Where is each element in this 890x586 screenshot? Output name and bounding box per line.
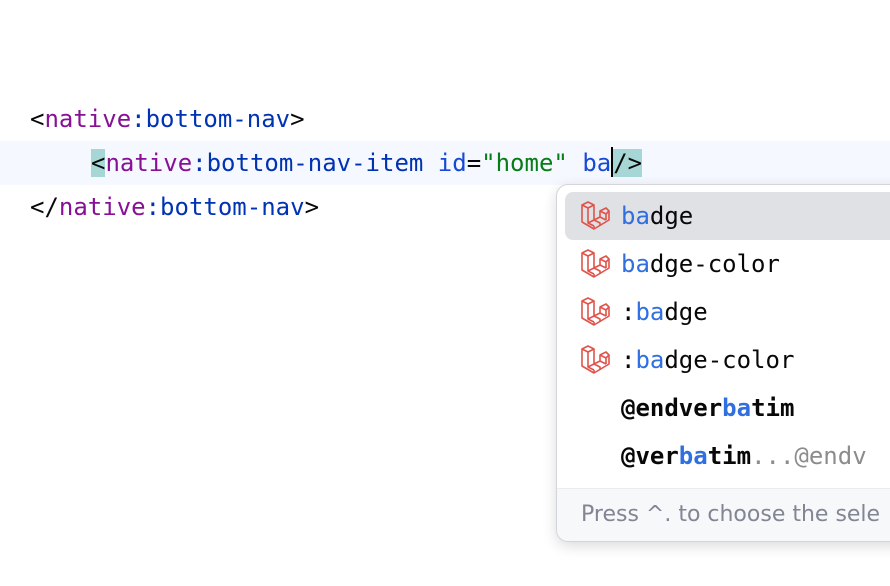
tag-name: :bottom-nav <box>131 105 291 133</box>
completion-footer: Press ^. to choose the sele <box>557 489 890 541</box>
attribute-name: id <box>437 149 467 177</box>
completion-label: @verbatim...@endv <box>621 442 867 470</box>
tag-open-bracket-highlight: < <box>91 149 106 177</box>
code-line-1[interactable]: <native:bottom-nav> <box>0 97 890 141</box>
tag-close-bracket: > <box>290 105 305 133</box>
laravel-icon <box>581 297 610 326</box>
laravel-icon <box>581 345 610 374</box>
completion-hint: Press ^. to choose the sele <box>581 502 881 527</box>
typed-text: ba <box>582 149 612 177</box>
attribute-value: "home" <box>481 149 568 177</box>
completion-item[interactable]: :badge-color <box>557 336 890 384</box>
completion-popup[interactable]: badge badge-color :badge:badge-color @e… <box>556 184 890 542</box>
tag-close-bracket: > <box>304 193 320 221</box>
laravel-icon <box>581 249 610 278</box>
tag-namespace: native <box>58 193 146 221</box>
completion-item[interactable]: badge-color <box>557 240 890 288</box>
completion-item[interactable]: :badge <box>557 288 890 336</box>
completion-list[interactable]: badge badge-color :badge:badge-color @e… <box>557 192 890 480</box>
completion-tail-text: ...@endv <box>751 442 867 470</box>
tag-open-bracket: < <box>30 105 45 133</box>
completion-item-selected[interactable]: badge <box>565 192 890 240</box>
tag-namespace: native <box>44 105 132 133</box>
tag-name: :bottom-nav-item <box>192 149 424 177</box>
completion-label: badge-color <box>621 250 780 278</box>
self-close-highlight: /> <box>613 149 643 177</box>
completion-item[interactable]: @verbatim...@endv <box>557 432 890 480</box>
code-line-2-current[interactable]: <native:bottom-nav-item id="home" ba/> <box>0 141 890 185</box>
tag-name: :bottom-nav <box>145 193 305 221</box>
tag-open-bracket: </ <box>30 193 59 221</box>
completion-label: badge <box>621 202 694 230</box>
attribute-equals: = <box>466 149 482 177</box>
laravel-icon <box>581 201 610 230</box>
completion-label: @endverbatim <box>621 394 795 422</box>
completion-label: :badge <box>621 298 708 326</box>
tag-namespace: native <box>105 149 193 177</box>
completion-label: :badge-color <box>621 346 795 374</box>
completion-item[interactable]: @endverbatim <box>557 384 890 432</box>
